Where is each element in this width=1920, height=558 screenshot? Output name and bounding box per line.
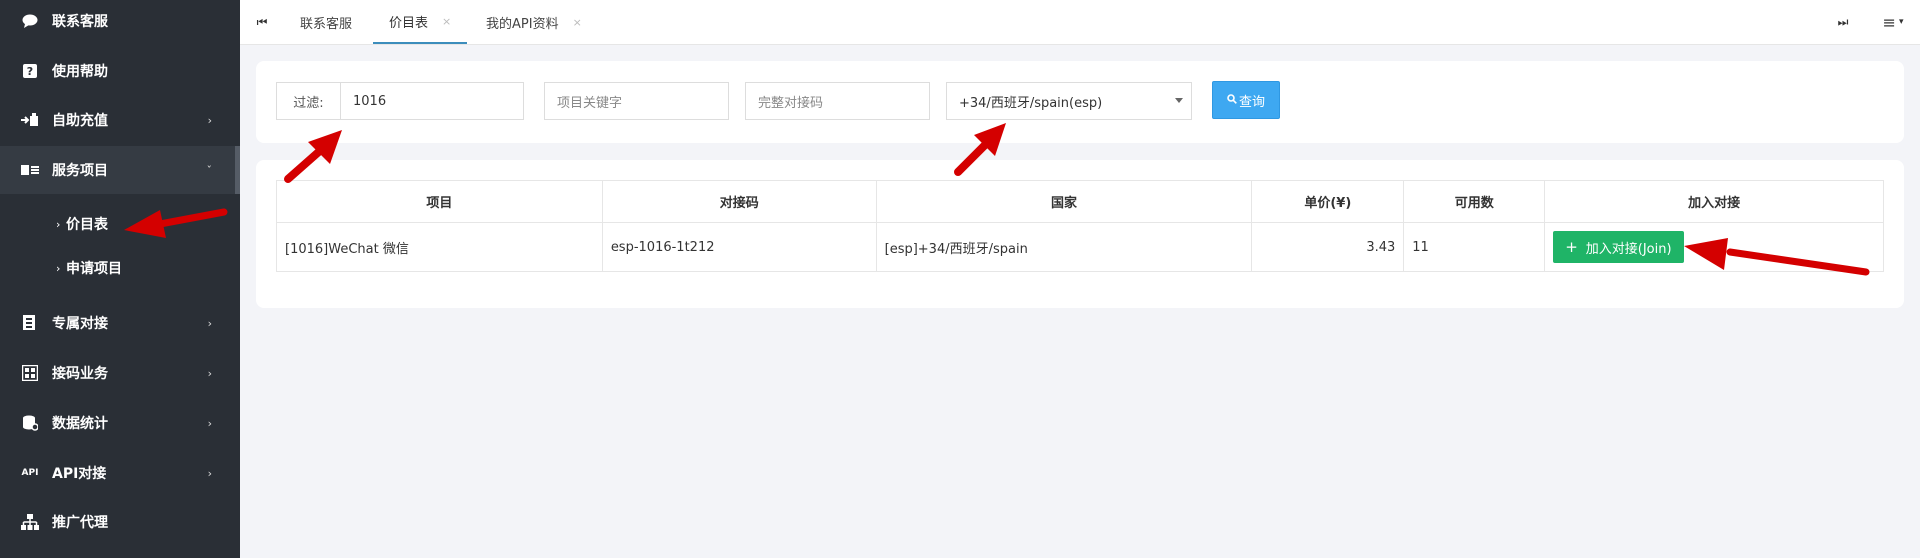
sidebar-item-label: 接码业务: [52, 366, 108, 382]
filter-project-id-input[interactable]: 1016: [340, 82, 524, 120]
chevron-right-icon: ›: [207, 316, 212, 330]
chevron-right-icon: ›: [207, 113, 212, 127]
close-icon[interactable]: ×: [573, 16, 582, 29]
calculator-icon: [20, 363, 40, 383]
sidebar-item-api-docking[interactable]: API API对接 ›: [0, 449, 240, 497]
column-header-project: 项目: [276, 180, 603, 223]
close-icon[interactable]: ×: [442, 15, 451, 28]
filter-label: 过滤:: [276, 82, 340, 120]
annotation-arrow-join-icon: [1684, 238, 1870, 276]
cell-available: 11: [1403, 222, 1546, 272]
column-header-join: 加入对接: [1544, 180, 1884, 223]
sidebar-item-service-projects[interactable]: 服务项目 ˇ: [0, 146, 240, 194]
database-icon: [20, 413, 40, 433]
filter-panel: 过滤: 1016 项目关键字 完整对接码 +34/西班牙/spain(esp) …: [256, 61, 1904, 143]
sidebar-item-label: 使用帮助: [52, 64, 108, 80]
hamburger-menu-icon: ≡: [1882, 12, 1896, 32]
tab-label: 价目表: [389, 15, 429, 31]
sidebar-item-label: 数据统计: [52, 416, 108, 432]
country-select[interactable]: +34/西班牙/spain(esp): [946, 82, 1192, 120]
caret-down-icon: ▾: [1898, 17, 1904, 27]
sidebar-sub-item-label: 申请项目: [66, 261, 122, 277]
column-header-unit-price: 单价(¥): [1251, 180, 1405, 223]
country-select-value: +34/西班牙/spain(esp): [959, 95, 1103, 111]
tab-menu-button[interactable]: ≡ ▾: [1878, 0, 1908, 44]
join-button[interactable]: + 加入对接(Join): [1553, 231, 1684, 263]
sidebar-item-label: 推广代理: [52, 515, 108, 531]
sidebar-sub-item-label: 价目表: [66, 217, 108, 233]
sidebar-item-data-statistics[interactable]: 数据统计 ›: [0, 399, 240, 447]
tab-contact-support[interactable]: 联系客服: [300, 0, 352, 44]
sitemap-icon: [20, 512, 40, 532]
sidebar-item-contact-support[interactable]: 联系客服: [0, 0, 240, 45]
tab-label: 联系客服: [300, 16, 353, 32]
column-header-docking-code: 对接码: [601, 180, 877, 223]
sidebar-item-recharge[interactable]: 自助充值 ›: [0, 96, 240, 144]
svg-text:?: ?: [27, 65, 33, 78]
plus-icon: +: [1565, 238, 1578, 256]
sidebar-item-label: 服务项目: [52, 163, 108, 179]
sidebar: 联系客服 ? 使用帮助 自助充值 › 服务项目 ˇ › 价目表 › 申请项目 专…: [0, 0, 240, 558]
sidebar-item-dedicated-docking[interactable]: 专属对接 ›: [0, 299, 240, 347]
sidebar-item-label: 联系客服: [52, 14, 108, 30]
chevron-right-icon: ›: [56, 261, 61, 275]
tab-scroll-first-icon[interactable]: ⏮: [252, 0, 272, 44]
table-row: [1016]WeChat 微信 esp-1016-1t212 [esp]+34/…: [276, 222, 1884, 272]
cell-country: [esp]+34/西班牙/spain: [875, 222, 1253, 272]
column-header-available: 可用数: [1403, 180, 1546, 223]
query-button[interactable]: 查询: [1212, 81, 1280, 119]
annotation-arrow-country-icon: [954, 123, 1006, 176]
chevron-right-icon: ›: [207, 466, 212, 480]
sidebar-item-promotion-agent[interactable]: 推广代理: [0, 498, 240, 546]
tab-label: 我的API资料: [486, 16, 559, 32]
join-button-label: 加入对接(Join): [1585, 241, 1672, 257]
cell-project: [1016]WeChat 微信: [276, 222, 603, 272]
annotation-arrow-price-list-icon: [124, 208, 228, 238]
chevron-right-icon: ›: [207, 416, 212, 430]
cell-unit-price: 3.43: [1251, 222, 1405, 272]
api-icon: API: [21, 468, 39, 478]
document-icon: [20, 313, 40, 333]
tab-my-api-info[interactable]: 我的API资料 ×: [486, 0, 582, 44]
annotation-arrow-filter-icon: [284, 130, 342, 183]
price-table: 项目 对接码 国家 单价(¥) 可用数 加入对接 [1016]WeChat 微信…: [276, 180, 1884, 272]
chevron-right-icon: ›: [207, 366, 212, 380]
chat-bubble-icon: [20, 11, 40, 31]
docking-code-input[interactable]: 完整对接码: [745, 82, 930, 120]
tab-price-list[interactable]: 价目表 ×: [373, 0, 468, 44]
sidebar-item-help[interactable]: ? 使用帮助: [0, 47, 240, 95]
query-button-label: 查询: [1238, 94, 1265, 110]
sidebar-item-label: API对接: [52, 466, 107, 482]
table-header-row: 项目 对接码 国家 单价(¥) 可用数 加入对接: [276, 180, 1884, 223]
cell-docking-code: esp-1016-1t212: [601, 222, 877, 272]
tab-scroll-last-icon[interactable]: ⏭: [1833, 0, 1853, 44]
tab-bar: ⏮ 联系客服 价目表 × 我的API资料 × ⏭ ≡ ▾: [240, 0, 1920, 45]
column-header-country: 国家: [875, 180, 1253, 223]
recharge-icon: [20, 110, 40, 130]
project-keyword-input[interactable]: 项目关键字: [544, 82, 729, 120]
chevron-right-icon: ›: [56, 217, 61, 231]
sidebar-sub-item-apply-project[interactable]: › 申请项目: [0, 246, 240, 290]
chevron-down-icon: ˇ: [206, 163, 213, 177]
help-icon: ?: [20, 61, 40, 81]
sidebar-item-label: 自助充值: [52, 113, 108, 129]
sidebar-item-label: 专属对接: [52, 316, 108, 332]
id-card-icon: [20, 160, 40, 180]
search-icon: [1227, 93, 1237, 107]
caret-down-icon: [1175, 98, 1183, 103]
sidebar-item-sms-business[interactable]: 接码业务 ›: [0, 349, 240, 397]
